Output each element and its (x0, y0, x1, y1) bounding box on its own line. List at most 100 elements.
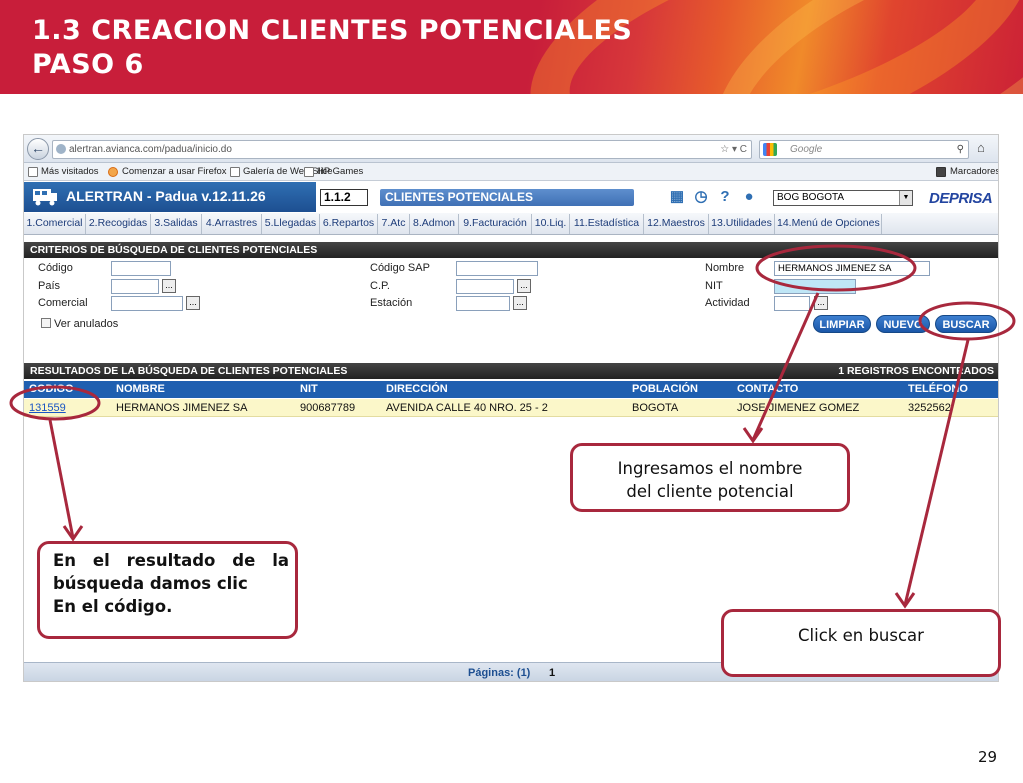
bookmarks-menu[interactable]: Marcadores (950, 163, 998, 180)
user-icon[interactable]: ● (740, 188, 758, 206)
cp-lookup-button[interactable]: ... (517, 279, 531, 293)
menu-comercial[interactable]: 1.Comercial (24, 214, 86, 234)
codigo-field[interactable] (111, 261, 171, 276)
label-nombre: Nombre (705, 262, 745, 274)
brand-logo: DEPRISA (929, 190, 993, 207)
nit-field[interactable] (774, 279, 856, 294)
search-icon[interactable]: ⚲ (957, 141, 964, 158)
nuevo-button[interactable]: NUEVO (876, 315, 930, 333)
cell-nit: 900687789 (300, 402, 356, 414)
label-ver-anulados: Ver anulados (54, 318, 119, 330)
menu-atc[interactable]: 7.Atc (378, 214, 410, 234)
calendar-icon[interactable]: ▦ (668, 188, 686, 206)
label-actividad: Actividad (705, 297, 750, 309)
browser-toolbar: ← alertran.avianca.com/padua/inicio.do ☆… (24, 135, 998, 163)
cp-field[interactable] (456, 279, 514, 294)
back-arrow-icon[interactable]: ← (27, 138, 49, 160)
module-code-field[interactable]: 1.1.2 (320, 189, 368, 206)
menu-utilidades[interactable]: 13.Utilidades (709, 214, 775, 234)
pais-lookup-button[interactable]: ... (162, 279, 176, 293)
col-contacto[interactable]: CONTACTO (737, 381, 798, 398)
col-poblacion[interactable]: POBLACIÓN (632, 381, 698, 398)
label-codigo: Código (38, 262, 73, 274)
callout-buscar: Click en buscar (721, 609, 1001, 677)
col-nombre[interactable]: NOMBRE (116, 381, 165, 398)
cell-direccion: AVENIDA CALLE 40 NRO. 25 - 2 (386, 402, 548, 414)
web-slice-icon (230, 167, 240, 177)
cell-nombre: HERMANOS JIMENEZ SA (116, 402, 248, 414)
menu-recogidas[interactable]: 2.Recogidas (86, 214, 151, 234)
buscar-button[interactable]: BUSCAR (935, 315, 997, 333)
bookmarks-menu-icon (936, 167, 946, 177)
slide-title: 1.3 CREACION CLIENTES POTENCIALES PASO 6 (32, 14, 632, 82)
nombre-field[interactable]: HERMANOS JIMENEZ SA (774, 261, 930, 276)
results-count: 1 REGISTROS ENCONTRADOS (838, 365, 994, 377)
globe-icon (56, 144, 66, 154)
app-title-bar: ALERTRAN - Padua v.12.11.26 (24, 182, 316, 212)
browser-search-box[interactable]: Google ⚲ (759, 140, 969, 159)
col-nit[interactable]: NIT (300, 381, 318, 398)
results-header: RESULTADOS DE LA BÚSQUEDA DE CLIENTES PO… (24, 363, 998, 379)
pages-label: Páginas: (1) (468, 667, 531, 679)
codigo-sap-field[interactable] (456, 261, 538, 276)
address-bar[interactable]: alertran.avianca.com/padua/inicio.do ☆ ▾… (52, 140, 752, 159)
results-table-header: CODIGO NOMBRE NIT DIRECCIÓN POBLACIÓN CO… (24, 381, 998, 398)
hp-icon (304, 167, 314, 177)
callout-nombre-line-1: Ingresamos el nombre (617, 459, 803, 478)
ver-anulados-checkbox[interactable] (41, 318, 51, 328)
menu-opciones[interactable]: 14.Menú de Opciones (775, 214, 882, 234)
menu-liq[interactable]: 10.Liq. (532, 214, 570, 234)
module-name: CLIENTES POTENCIALES (380, 189, 634, 206)
label-pais: País (38, 280, 61, 292)
station-value: BOG BOGOTA (777, 192, 845, 203)
slide-header: 1.3 CREACION CLIENTES POTENCIALES PASO 6 (0, 0, 1023, 94)
bookmark-star-icon[interactable]: ☆ ▾ C (720, 141, 747, 158)
menu-repartos[interactable]: 6.Repartos (320, 214, 378, 234)
callout-nombre-line-2: del cliente potencial (626, 482, 794, 501)
help-icon[interactable]: ? (716, 188, 734, 206)
page-1-link[interactable]: 1 (549, 663, 555, 681)
label-comercial: Comercial (38, 297, 88, 309)
menu-maestros[interactable]: 12.Maestros (644, 214, 709, 234)
bookmark-mas-visitados[interactable]: Más visitados (41, 163, 99, 180)
limpiar-button[interactable]: LIMPIAR (813, 315, 871, 333)
home-icon[interactable]: ⌂ (977, 140, 985, 155)
col-telefono[interactable]: TELÉFONO (908, 381, 968, 398)
callout-nombre: Ingresamos el nombre del cliente potenci… (570, 443, 850, 512)
comercial-field[interactable] (111, 296, 183, 311)
menu-estadistica[interactable]: 11.Estadística (570, 214, 644, 234)
bookmark-comenzar[interactable]: Comenzar a usar Firefox (122, 163, 227, 180)
menu-llegadas[interactable]: 5.Llegadas (262, 214, 320, 234)
comercial-lookup-button[interactable]: ... (186, 296, 200, 310)
actividad-lookup-button[interactable]: ... (814, 296, 828, 310)
callout-codigo: En el resultado de la búsqueda damos cli… (37, 541, 298, 639)
menu-facturacion[interactable]: 9.Facturación (459, 214, 532, 234)
label-estacion: Estación (370, 297, 413, 309)
col-codigo[interactable]: CODIGO (29, 381, 74, 398)
actividad-field[interactable] (774, 296, 810, 311)
estacion-field[interactable] (456, 296, 510, 311)
app-header: ALERTRAN - Padua v.12.11.26 1.1.2 CLIENT… (24, 182, 998, 212)
menu-arrastres[interactable]: 4.Arrastres (202, 214, 262, 234)
callout-codigo-line-2: búsqueda damos clic (53, 574, 248, 593)
chevron-down-icon[interactable]: ▼ (899, 191, 912, 205)
label-cp: C.P. (370, 280, 390, 292)
page-number: 29 (978, 748, 998, 766)
bookmark-hp-games[interactable]: HP Games (317, 163, 363, 180)
estacion-lookup-button[interactable]: ... (513, 296, 527, 310)
table-row: 131559 HERMANOS JIMENEZ SA 900687789 AVE… (24, 399, 998, 417)
bookmark-icon (28, 167, 38, 177)
menu-salidas[interactable]: 3.Salidas (151, 214, 202, 234)
pais-field[interactable] (111, 279, 159, 294)
station-select[interactable]: BOG BOGOTA ▼ (773, 190, 913, 206)
callout-buscar-text: Click en buscar (798, 626, 924, 645)
brand-logo-text: DEPRISA (929, 190, 993, 207)
col-direccion[interactable]: DIRECCIÓN (386, 381, 448, 398)
cell-telefono: 3252562 (908, 402, 951, 414)
label-nit: NIT (705, 280, 723, 292)
results-header-text: RESULTADOS DE LA BÚSQUEDA DE CLIENTES PO… (30, 365, 348, 377)
codigo-link[interactable]: 131559 (29, 399, 66, 417)
menu-admon[interactable]: 8.Admon (410, 214, 459, 234)
clock-icon[interactable]: ◷ (692, 188, 710, 206)
truck-icon (33, 189, 57, 206)
